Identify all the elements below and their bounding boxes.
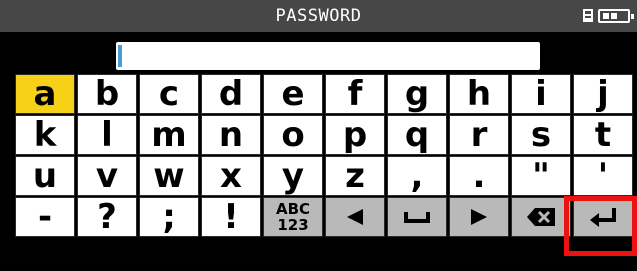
key-double-quote[interactable]: " <box>511 156 571 196</box>
battery-cell <box>603 13 609 19</box>
key-m[interactable]: m <box>139 115 199 155</box>
mode-switch-label-line1: ABC <box>275 200 311 218</box>
text-cursor <box>118 45 122 67</box>
key-h[interactable]: h <box>449 74 509 114</box>
battery-icon <box>598 9 634 23</box>
key-k[interactable]: k <box>15 115 75 155</box>
key-s[interactable]: s <box>511 115 571 155</box>
key-hyphen[interactable]: - <box>15 197 75 237</box>
key-z[interactable]: z <box>325 156 385 196</box>
key-q[interactable]: q <box>387 115 447 155</box>
key-apostrophe[interactable]: ' <box>573 156 633 196</box>
backspace-icon <box>527 208 555 226</box>
key-v[interactable]: v <box>77 156 137 196</box>
mode-switch-label-line2: 123 <box>277 216 309 234</box>
key-o[interactable]: o <box>263 115 323 155</box>
key-semicolon[interactable]: ; <box>139 197 199 237</box>
sd-card-icon <box>583 9 593 22</box>
cursor-left-button[interactable] <box>325 197 385 237</box>
key-a[interactable]: a <box>15 74 75 114</box>
key-r[interactable]: r <box>449 115 509 155</box>
key-t[interactable]: t <box>573 115 633 155</box>
password-input[interactable] <box>116 42 540 70</box>
cursor-right-button[interactable] <box>449 197 509 237</box>
key-g[interactable]: g <box>387 74 447 114</box>
key-e[interactable]: e <box>263 74 323 114</box>
key-d[interactable]: d <box>201 74 261 114</box>
key-w[interactable]: w <box>139 156 199 196</box>
key-question-mark[interactable]: ? <box>77 197 137 237</box>
space-icon <box>404 212 430 223</box>
key-c[interactable]: c <box>139 74 199 114</box>
key-comma[interactable]: , <box>387 156 447 196</box>
mode-switch-button[interactable]: ABC 123 <box>263 197 323 237</box>
enter-key-highlight <box>564 196 637 256</box>
backspace-button[interactable] <box>511 197 571 237</box>
key-exclamation[interactable]: ! <box>201 197 261 237</box>
cursor-right-icon <box>471 209 487 225</box>
key-n[interactable]: n <box>201 115 261 155</box>
key-x[interactable]: x <box>201 156 261 196</box>
key-i[interactable]: i <box>511 74 571 114</box>
space-button[interactable] <box>387 197 447 237</box>
key-j[interactable]: j <box>573 74 633 114</box>
key-p[interactable]: p <box>325 115 385 155</box>
battery-cell <box>611 13 617 19</box>
key-period[interactable]: . <box>449 156 509 196</box>
battery-tip <box>631 14 634 19</box>
page-title: PASSWORD <box>275 6 362 26</box>
key-f[interactable]: f <box>325 74 385 114</box>
title-bar: PASSWORD <box>0 0 637 32</box>
key-y[interactable]: y <box>263 156 323 196</box>
key-l[interactable]: l <box>77 115 137 155</box>
key-b[interactable]: b <box>77 74 137 114</box>
key-u[interactable]: u <box>15 156 75 196</box>
cursor-left-icon <box>347 209 363 225</box>
